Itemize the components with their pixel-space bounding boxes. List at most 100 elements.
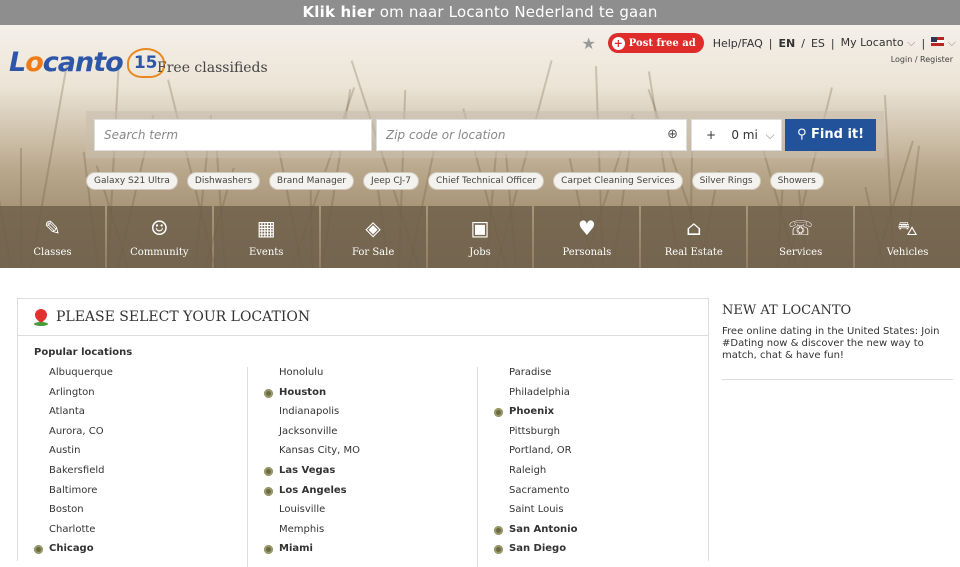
location-link[interactable]: Miami [264, 543, 486, 563]
category-bar: ✎ Classes ☺ Community ▦ Events ◈ For Sale ▣ Jobs ♥… [0, 206, 960, 268]
location-link[interactable]: Bakersfield [34, 465, 256, 485]
location-link[interactable]: Kansas City, MO [264, 445, 486, 465]
category-jobs[interactable]: ▣ Jobs [427, 206, 533, 268]
popular-search-tags: Galaxy S21 Ultra Dishwashers Brand Manager… [86, 172, 824, 190]
location-column: Honolulu Houston Indianapolis Jacksonville K… [264, 367, 486, 563]
community-icon: ☺ [150, 216, 169, 240]
category-label: Events [248, 247, 284, 258]
category-vehicles[interactable]: ⛍ Vehicles [855, 206, 960, 268]
location-link[interactable]: Baltimore [34, 485, 256, 505]
lang-en-link[interactable]: EN [779, 37, 796, 50]
price-tag-icon: ◈ [365, 216, 381, 240]
search-tag[interactable]: Galaxy S21 Ultra [86, 172, 178, 190]
location-link[interactable]: Portland, OR [494, 445, 716, 465]
location-column: Paradise Philadelphia Phoenix Pittsburgh Por… [494, 367, 716, 563]
category-label: For Sale [351, 247, 395, 258]
location-link[interactable]: Atlanta [34, 406, 256, 426]
search-tag[interactable]: Carpet Cleaning Services [553, 172, 683, 190]
location-link[interactable]: Phoenix [494, 406, 716, 426]
location-link[interactable]: Sacramento [494, 485, 716, 505]
location-link[interactable]: Philadelphia [494, 387, 716, 407]
location-link[interactable]: Austin [34, 445, 256, 465]
location-link[interactable]: Honolulu [264, 367, 486, 387]
location-link[interactable]: Arlington [34, 387, 256, 407]
login-register-link[interactable]: Login / Register [891, 55, 953, 64]
location-link[interactable]: San Diego [494, 543, 716, 563]
search-tag[interactable]: Showers [769, 172, 824, 190]
redirect-link[interactable]: Klik hier [302, 3, 374, 21]
category-label: Real Estate [664, 247, 723, 258]
location-link[interactable]: Boston [34, 504, 256, 524]
tagline: Free classifieds [157, 60, 268, 76]
category-label: Community [130, 247, 189, 258]
location-link[interactable]: Aurora, CO [34, 426, 256, 446]
radius-select[interactable]: + 0 mi ⌵ [691, 119, 782, 151]
location-link[interactable]: Las Vegas [264, 465, 486, 485]
chevron-down-icon: ⌵ [765, 128, 775, 142]
us-flag-icon [931, 37, 945, 46]
phone-icon: ☏ [788, 216, 814, 240]
location-link[interactable]: Jacksonville [264, 426, 486, 446]
news-box: NEW AT LOCANTO Free online dating in the… [722, 303, 953, 380]
search-tag[interactable]: Dishwashers [186, 172, 260, 190]
country-redirect-banner[interactable]: Klik hier om naar Locanto Nederland te g… [0, 0, 960, 25]
location-link[interactable]: Indianapolis [264, 406, 486, 426]
header-nav: ★ + Post free ad Help/FAQ | EN / ES | My… [581, 33, 956, 53]
location-panel-header: PLEASE SELECT YOUR LOCATION [18, 299, 708, 336]
plus-icon: + [611, 36, 625, 50]
category-personals[interactable]: ♥ Personals [534, 206, 640, 268]
country-selector[interactable]: ⌵ [931, 36, 956, 50]
my-locanto-menu[interactable]: My Locanto ⌵ [841, 36, 916, 50]
find-button[interactable]: ⚲ Find it! [785, 119, 876, 151]
search-tag[interactable]: Silver Rings [691, 172, 761, 190]
house-icon: ⌂ [686, 216, 702, 240]
location-input[interactable]: Zip code or location ⊕ [376, 119, 687, 151]
car-icon: ⛍ [897, 216, 918, 240]
locanto-logo[interactable]: Locanto 15 [9, 47, 165, 78]
category-community[interactable]: ☺ Community [106, 206, 212, 268]
lang-es-link[interactable]: ES [811, 37, 825, 50]
search-tag[interactable]: Brand Manager [268, 172, 355, 190]
category-for-sale[interactable]: ◈ For Sale [320, 206, 426, 268]
category-events[interactable]: ▦ Events [213, 206, 319, 268]
chevron-down-icon: ⌵ [907, 36, 916, 49]
location-link[interactable]: Paradise [494, 367, 716, 387]
chevron-down-icon: ⌵ [947, 36, 956, 49]
location-link[interactable]: Chicago [34, 543, 256, 563]
help-faq-link[interactable]: Help/FAQ [713, 37, 763, 50]
map-pin-icon [34, 309, 48, 326]
location-link[interactable]: Raleigh [494, 465, 716, 485]
location-link[interactable]: Saint Louis [494, 504, 716, 524]
search-bar: Search term Zip code or location ⊕ + 0 m… [86, 111, 884, 158]
search-tag[interactable]: Jeep CJ-7 [363, 172, 419, 190]
category-label: Vehicles [886, 247, 929, 258]
category-classes[interactable]: ✎ Classes [0, 206, 105, 268]
logo-wordmark: Locanto [9, 47, 124, 78]
location-panel: PLEASE SELECT YOUR LOCATION Popular loca… [17, 298, 709, 567]
briefcase-icon: ▣ [470, 216, 490, 240]
category-real-estate[interactable]: ⌂ Real Estate [641, 206, 747, 268]
redirect-text: om naar Locanto Nederland te gaan [379, 3, 658, 21]
category-label: Personals [562, 247, 612, 258]
heart-icon: ♥ [577, 216, 596, 240]
location-link[interactable]: Louisville [264, 504, 486, 524]
search-term-input[interactable]: Search term [94, 119, 372, 151]
post-free-ad-button[interactable]: + Post free ad [607, 33, 704, 53]
location-link[interactable]: Los Angeles [264, 485, 486, 505]
news-link[interactable]: Free online dating in the United States:… [722, 326, 953, 362]
location-link[interactable]: San Antonio [494, 524, 716, 544]
category-label: Classes [33, 247, 72, 258]
location-link[interactable]: Memphis [264, 524, 486, 544]
location-link[interactable]: Albuquerque [34, 367, 256, 387]
search-icon: ⚲ [796, 127, 807, 142]
favorites-star-icon[interactable]: ★ [581, 34, 595, 53]
search-tag[interactable]: Chief Technical Officer [427, 172, 545, 190]
location-link[interactable]: Pittsburgh [494, 426, 716, 446]
news-title: NEW AT LOCANTO [722, 303, 852, 318]
classes-icon: ✎ [44, 216, 61, 240]
category-services[interactable]: ☏ Services [748, 206, 854, 268]
popular-locations-label: Popular locations [34, 347, 133, 358]
location-link[interactable]: Charlotte [34, 524, 256, 544]
location-link[interactable]: Houston [264, 387, 486, 407]
locate-crosshair-icon[interactable]: ⊕ [667, 120, 678, 150]
